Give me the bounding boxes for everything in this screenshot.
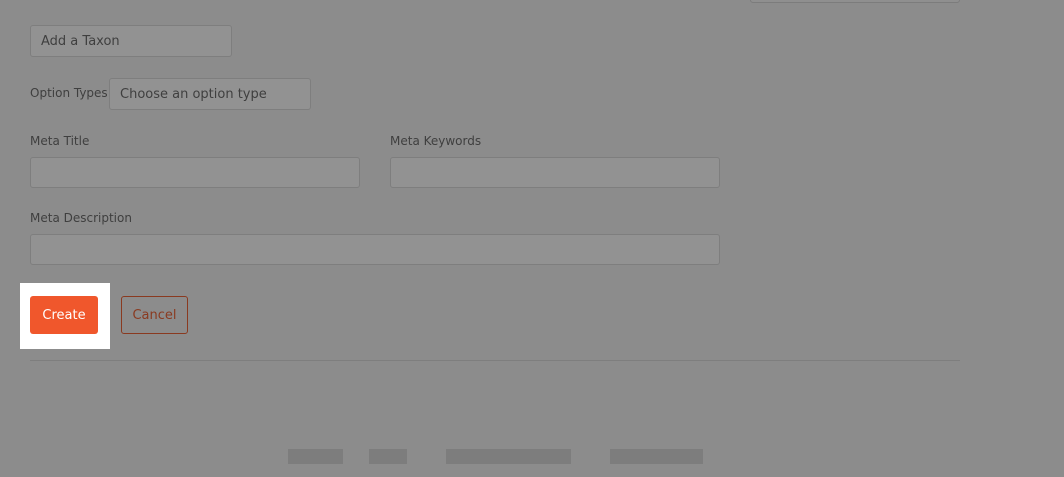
- create-button-label: Create: [42, 307, 86, 323]
- option-types-select[interactable]: Choose an option type: [109, 78, 311, 110]
- meta-keywords-label: Meta Keywords: [390, 134, 482, 148]
- footer-item: [446, 449, 571, 464]
- meta-description-input[interactable]: [30, 234, 720, 265]
- cancel-button[interactable]: Cancel: [121, 296, 188, 334]
- footer-item: [288, 449, 343, 464]
- form-divider: [30, 360, 960, 361]
- meta-keywords-input[interactable]: [390, 157, 720, 188]
- option-types-placeholder: Choose an option type: [120, 86, 267, 102]
- meta-title-input[interactable]: [30, 157, 360, 188]
- taxon-input[interactable]: Add a Taxon: [30, 25, 232, 57]
- create-button[interactable]: Create: [30, 296, 98, 334]
- taxon-input-placeholder: Add a Taxon: [41, 33, 120, 49]
- meta-description-label: Meta Description: [30, 211, 132, 225]
- option-types-label: Option Types: [30, 86, 108, 100]
- footer-item: [610, 449, 703, 464]
- footer-item: [369, 449, 407, 464]
- meta-title-label: Meta Title: [30, 134, 90, 148]
- cancel-button-label: Cancel: [132, 307, 177, 323]
- top-right-field[interactable]: [750, 0, 960, 3]
